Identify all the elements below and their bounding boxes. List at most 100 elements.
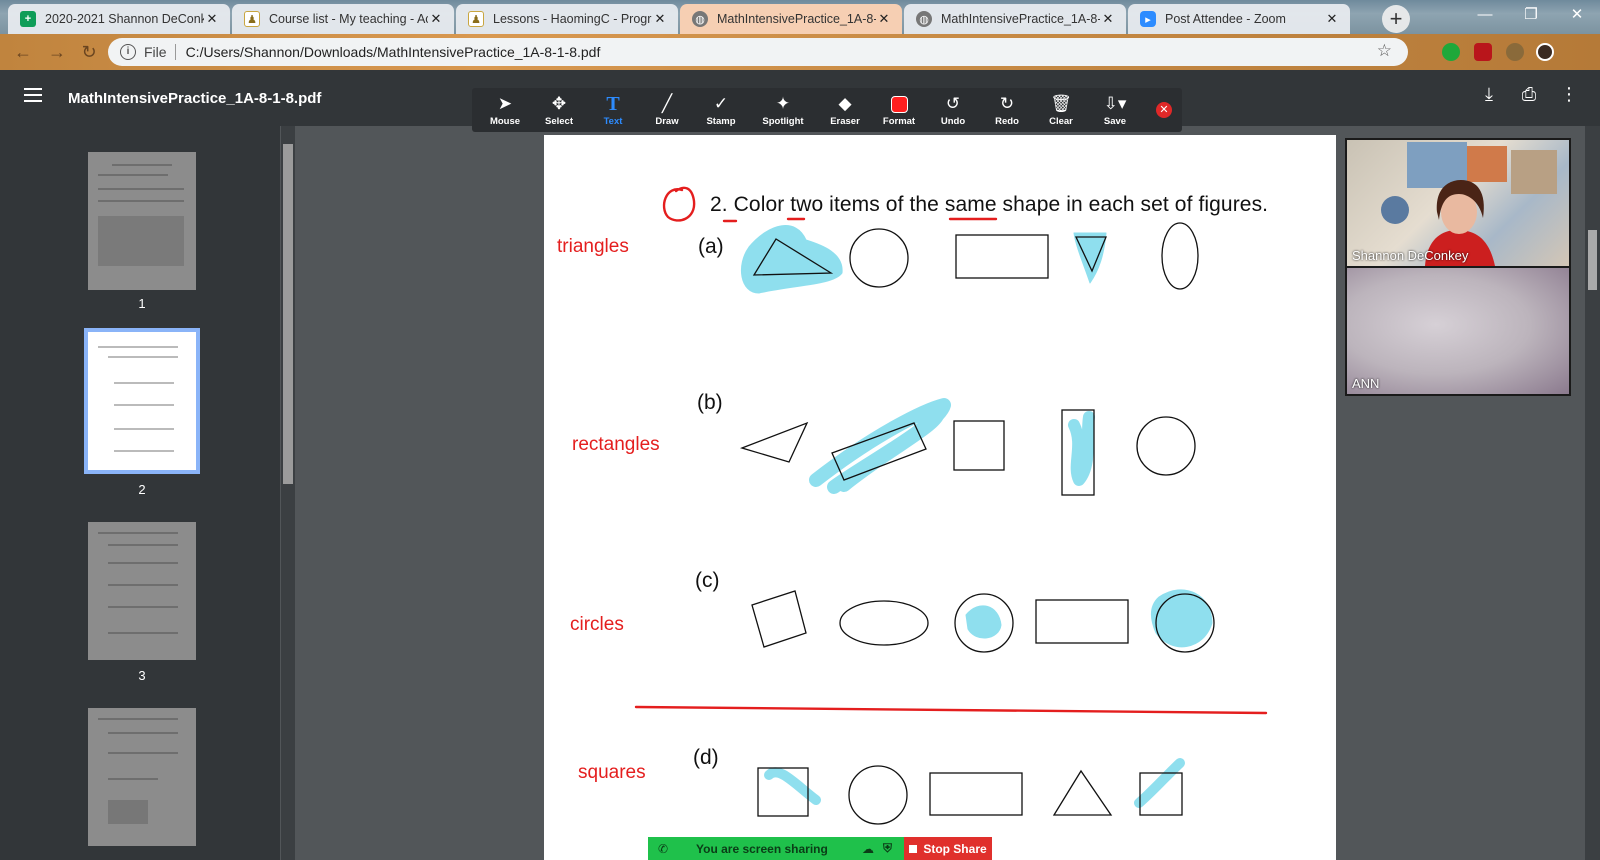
tool-format[interactable]: Format	[872, 93, 926, 127]
tool-label: Draw	[655, 116, 679, 127]
bookmark-star-icon[interactable]: ☆	[1377, 41, 1392, 61]
screen-share-banner[interactable]: ✆ You are screen sharing ☁ ⛨	[648, 837, 904, 860]
page-thumbnail[interactable]	[88, 152, 196, 290]
tool-select[interactable]: ✥ Select	[532, 93, 586, 127]
participant-name: ANN	[1352, 376, 1380, 391]
part-label: (a)	[698, 235, 724, 258]
window-close-icon[interactable]: ✕	[1554, 0, 1600, 30]
back-icon[interactable]: ←	[10, 39, 36, 65]
tab-title: MathIntensivePractice_1A-8-1-	[717, 12, 876, 26]
participant-video[interactable]: Shannon DeConkey	[1347, 140, 1569, 266]
share-status-label: You are screen sharing	[696, 841, 828, 856]
tool-clear[interactable]: 🗑 Clear	[1034, 93, 1088, 127]
info-icon[interactable]: i	[120, 44, 136, 60]
tool-eraser[interactable]: ◆ Eraser	[818, 93, 872, 127]
close-annotation-icon[interactable]: ✕	[1156, 102, 1172, 118]
browser-tab[interactable]: ◍ MathIntensivePractice_1A-8-9- ✕	[904, 4, 1126, 34]
close-tab-icon[interactable]: ✕	[652, 11, 668, 27]
question-text: 2. Color two items of the same shape in …	[710, 193, 1268, 217]
browser-tab[interactable]: ♟ Course list - My teaching - Aca ✕	[232, 4, 454, 34]
highlight-scribble	[965, 605, 1002, 639]
wand-icon: ✦	[775, 94, 791, 113]
tab-strip: + 2020-2021 Shannon DeConkey ✕ ♟ Course …	[0, 0, 1600, 34]
cursor-icon: ➤	[497, 94, 513, 113]
close-tab-icon[interactable]: ✕	[1324, 11, 1340, 27]
tool-label: Redo	[995, 116, 1019, 127]
reload-icon[interactable]: ↻	[76, 39, 102, 65]
more-options-icon[interactable]: ⋮	[1556, 84, 1582, 105]
tool-draw[interactable]: ╱ Draw	[640, 93, 694, 127]
new-tab-button[interactable]: +	[1382, 5, 1410, 33]
ellipse-shape	[1161, 222, 1199, 290]
address-bar[interactable]: i File C:/Users/Shannon/Downloads/MathIn…	[108, 38, 1408, 66]
close-tab-icon[interactable]: ✕	[428, 11, 444, 27]
question-number: 2.	[710, 193, 728, 216]
highlight-scribble	[1068, 411, 1095, 486]
browser-tab[interactable]: + 2020-2021 Shannon DeConkey ✕	[8, 4, 230, 34]
zoom-annotation-toolbar: ➤ Mouse ✥ Select T Text ╱ Draw ✓ Stamp ✦…	[472, 88, 1182, 132]
circle-shape	[1136, 416, 1196, 476]
participant-name: Shannon DeConkey	[1352, 248, 1469, 263]
tool-mouse[interactable]: ➤ Mouse	[478, 93, 532, 127]
close-tab-icon[interactable]: ✕	[1100, 11, 1116, 27]
highlight-scribble	[741, 225, 843, 294]
minimize-icon[interactable]: —	[1462, 0, 1508, 30]
circle-shape	[848, 765, 908, 825]
handwritten-label: circles	[570, 614, 624, 635]
handwritten-label: squares	[578, 762, 646, 783]
forward-icon[interactable]: →	[44, 39, 70, 65]
print-icon[interactable]: ⎙	[1516, 84, 1542, 105]
restore-icon[interactable]: ❐	[1508, 0, 1554, 30]
tool-text[interactable]: T Text	[586, 92, 640, 128]
eraser-icon: ◆	[838, 94, 852, 113]
tool-spotlight[interactable]: ✦ Spotlight	[748, 93, 818, 127]
page-scrollbar[interactable]	[1585, 126, 1600, 860]
extension-evernote-icon[interactable]	[1442, 43, 1460, 61]
sidebar-scrollbar[interactable]	[281, 126, 295, 860]
extensions-puzzle-icon[interactable]	[1506, 43, 1524, 61]
check-icon: ✓	[713, 94, 729, 113]
redo-icon: ↻	[999, 94, 1015, 113]
worksheet-figures	[634, 186, 1268, 825]
shield-icon: ⛨	[882, 841, 892, 855]
tool-label: Select	[545, 116, 573, 127]
stop-share-button[interactable]: Stop Share	[904, 837, 992, 860]
tool-label: Save	[1103, 116, 1127, 127]
page-thumbnail[interactable]	[88, 708, 196, 846]
tool-save[interactable]: ⇩▾ Save	[1088, 93, 1142, 127]
highlight-scribble	[1073, 232, 1107, 284]
profile-avatar[interactable]	[1536, 43, 1554, 61]
browser-tab[interactable]: ▸ Post Attendee - Zoom ✕	[1128, 4, 1350, 34]
close-tab-icon[interactable]: ✕	[876, 11, 892, 27]
tab-title: Post Attendee - Zoom	[1165, 12, 1286, 26]
download-icon[interactable]: ⤓	[1476, 84, 1502, 105]
page-thumbnail[interactable]	[88, 522, 196, 660]
stop-icon	[909, 844, 918, 853]
tool-stamp[interactable]: ✓ Stamp	[694, 93, 748, 127]
close-tab-icon[interactable]: ✕	[204, 11, 220, 27]
zoom-icon: ▸	[1140, 11, 1156, 27]
text-icon: T	[606, 92, 620, 115]
tool-label: Clear	[1049, 116, 1073, 127]
tool-redo[interactable]: ↻ Redo	[980, 93, 1034, 127]
question-body: Color two items of the same shape in eac…	[733, 193, 1269, 216]
participant-video[interactable]: ANN	[1347, 268, 1569, 394]
school-icon: ♟	[244, 11, 260, 27]
browser-tab[interactable]: ♟ Lessons - HaomingC - Program ✕	[456, 4, 678, 34]
browser-tab-active[interactable]: ◍ MathIntensivePractice_1A-8-1- ✕	[680, 4, 902, 34]
tool-undo[interactable]: ↺ Undo	[926, 93, 980, 127]
extension-ublock-icon[interactable]	[1474, 43, 1492, 61]
highlight-scribble	[1134, 758, 1185, 808]
tool-label: Format	[882, 116, 916, 127]
rectangle-shape	[955, 234, 1049, 279]
pen-icon: ╱	[661, 94, 673, 113]
tool-label: Text	[603, 116, 623, 127]
page-thumbnail-selected[interactable]	[84, 328, 200, 474]
hamburger-menu-icon[interactable]	[24, 88, 42, 102]
page-number: 1	[138, 296, 146, 311]
undo-icon: ↺	[945, 94, 961, 113]
part-label: (c)	[695, 569, 720, 592]
school-icon: ♟	[468, 11, 484, 27]
circle-shape	[849, 228, 909, 288]
ink-circle	[662, 186, 696, 222]
